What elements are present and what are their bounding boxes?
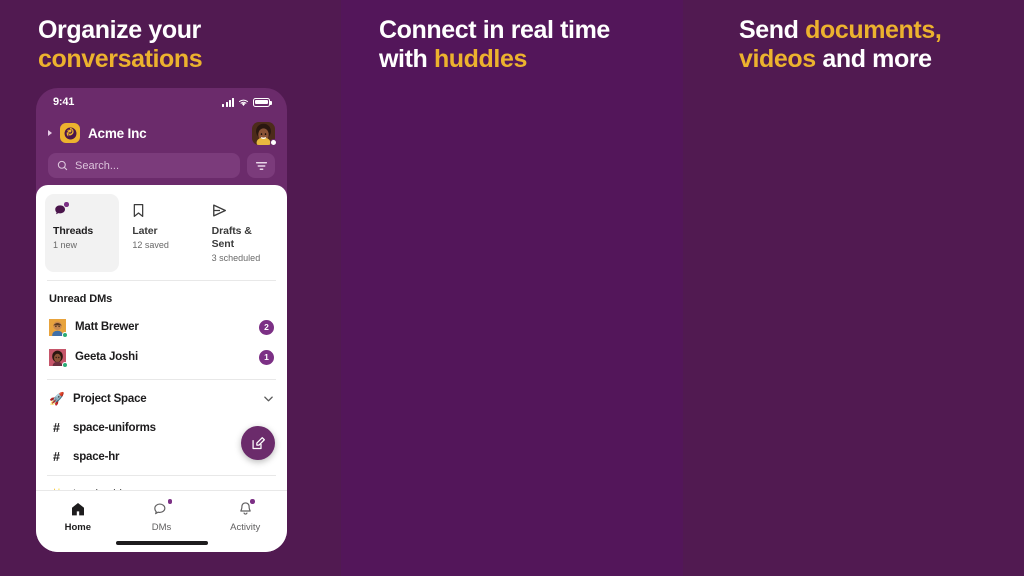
tile-sub: 1 new — [53, 240, 78, 250]
headline-panel-1: Organize your conversations — [38, 16, 321, 74]
bookmark-icon — [132, 202, 190, 218]
unread-badge: 1 — [259, 349, 274, 365]
tile-label: Later — [132, 225, 158, 237]
unread-badge: 2 — [259, 319, 274, 335]
filter-button[interactable] — [247, 153, 275, 178]
bell-icon — [238, 499, 255, 518]
list-item[interactable]: Geeta Joshi 1 — [36, 342, 287, 372]
tab-label: Home — [64, 522, 92, 533]
hash-icon: # — [53, 449, 60, 464]
rocket-emoji-icon: 🚀 — [49, 390, 65, 406]
tab-label: Activity — [230, 522, 261, 533]
headline-pre: Send — [739, 16, 806, 44]
filter-icon — [255, 161, 267, 170]
presence-indicator — [270, 138, 277, 146]
sidebar-top: Acme Inc Search... — [36, 116, 287, 182]
send-icon — [212, 202, 270, 218]
divider — [47, 379, 276, 380]
headline-line-1: Organize your — [38, 16, 201, 44]
tile-sub: 3 scheduled — [211, 253, 261, 263]
threads-unread-dot — [64, 202, 69, 207]
sidebar-item-label: Project Space — [73, 392, 147, 405]
headline-line-2-plain: with — [379, 45, 434, 73]
dm-name: Geeta Joshi — [75, 351, 138, 363]
tile-later[interactable]: Later 12 saved — [124, 194, 198, 272]
list-item[interactable]: Matt Brewer 2 — [36, 312, 287, 342]
section-title-unread-dms: Unread DMs — [49, 293, 113, 305]
headline-highlight-1: documents, — [805, 16, 942, 44]
home-indicator — [115, 541, 208, 545]
dm-name: Matt Brewer — [75, 321, 139, 333]
hash-icon: # — [53, 420, 60, 435]
search-row: Search... — [48, 153, 275, 178]
avatar — [49, 348, 68, 368]
tile-threads[interactable]: Threads 1 new — [45, 194, 120, 272]
screenshot-stage: Organize your conversations 9:41 Acme In… — [0, 0, 1024, 576]
tile-label: Drafts & Sent — [211, 225, 252, 250]
search-placeholder: Search... — [75, 159, 120, 172]
headline-line-2-highlight: huddles — [433, 45, 527, 73]
avatar[interactable] — [252, 121, 277, 146]
home-icon — [70, 500, 86, 518]
status-time: 9:41 — [53, 96, 75, 108]
presence-online-icon — [62, 361, 68, 368]
bottom-tab-bar: Home DMs Activity — [36, 490, 287, 552]
tile-label: Threads — [53, 225, 94, 237]
headline-panel-2: Connect in real time with huddles — [379, 16, 663, 74]
tab-label: DMs — [151, 522, 172, 533]
activity-unread-dot — [250, 499, 255, 504]
threads-icon — [53, 202, 111, 218]
quick-tiles: Threads 1 new Later 12 saved Drafts & Se… — [36, 185, 287, 280]
panel-huddles: Connect in real time with huddles 12:30 … — [341, 0, 683, 576]
headline-line-2: conversations — [38, 45, 203, 73]
chevron-right-icon — [48, 130, 52, 136]
tab-activity[interactable]: Activity — [203, 499, 287, 533]
tile-sub: 12 saved — [132, 240, 169, 250]
status-bar: 9:41 — [36, 88, 287, 116]
wifi-icon — [238, 99, 249, 106]
workspace-switcher[interactable]: Acme Inc — [48, 116, 277, 150]
avatar — [49, 318, 68, 338]
dms-icon — [153, 499, 172, 518]
headline-highlight-2: videos — [739, 45, 816, 73]
compose-icon — [251, 436, 265, 449]
slack-workspace-logo-icon — [60, 123, 80, 143]
battery-icon — [253, 97, 272, 107]
presence-online-icon — [62, 331, 68, 338]
cellular-bars-icon — [222, 97, 234, 107]
workspace-name: Acme Inc — [88, 125, 147, 141]
panel-send-documents: Send documents, videos and more 9:41 #pr… — [683, 0, 1024, 576]
divider — [47, 475, 276, 476]
tile-drafts-sent[interactable]: Drafts & Sent 3 scheduled — [204, 194, 278, 272]
tab-dms[interactable]: DMs — [120, 499, 204, 533]
headline-line-1: Connect in real time — [379, 16, 610, 44]
compose-button[interactable] — [241, 426, 275, 460]
dms-unread-dot — [167, 499, 172, 504]
sidebar-item-project-space[interactable]: 🚀 Project Space — [36, 384, 287, 413]
search-input[interactable]: Search... — [48, 153, 240, 178]
phone-mockup-sidebar: 9:41 Acme Inc Search... Threads 1 new La… — [36, 88, 287, 552]
headline-post: and more — [815, 45, 932, 73]
chevron-down-icon[interactable] — [263, 393, 274, 404]
search-icon — [57, 160, 68, 171]
tab-home[interactable]: Home — [36, 500, 120, 533]
headline-panel-3: Send documents, videos and more — [739, 16, 1004, 74]
panel-organize-conversations: Organize your conversations 9:41 Acme In… — [0, 0, 341, 576]
